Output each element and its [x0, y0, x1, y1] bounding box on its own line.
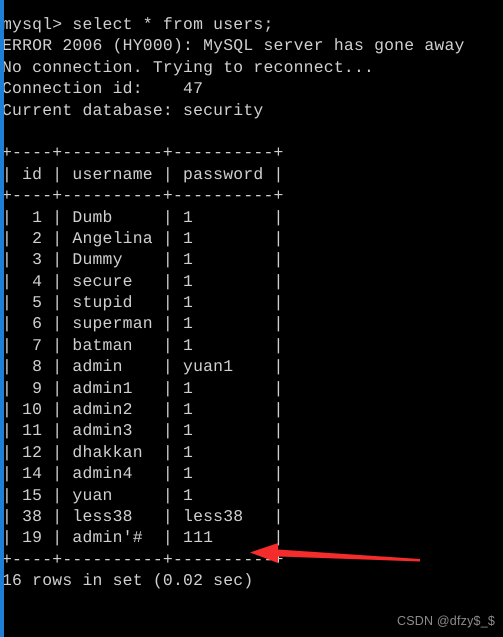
console-line: | 38 | less38 | less38 |	[2, 506, 284, 526]
console-line: +----+----------+----------+	[2, 549, 284, 569]
console-line: | id | username | password |	[2, 164, 284, 184]
console-line: Connection id: 47	[2, 79, 204, 99]
console-line: +----+----------+----------+	[2, 186, 284, 206]
console-line: +----+----------+----------+	[2, 143, 284, 163]
console-line: | 2 | Angelina | 1 |	[2, 228, 284, 248]
console-line: | 9 | admin1 | 1 |	[2, 378, 284, 398]
console-line: Current database: security	[2, 100, 264, 120]
console-line: | 5 | stupid | 1 |	[2, 293, 284, 313]
console-line: | 6 | superman | 1 |	[2, 314, 284, 334]
console-line: | 11 | admin3 | 1 |	[2, 421, 284, 441]
console-line: | 10 | admin2 | 1 |	[2, 400, 284, 420]
console-line: No connection. Trying to reconnect...	[2, 57, 375, 77]
csdn-watermark: CSDN @dfzy$_$	[397, 614, 495, 628]
console-line: | 4 | secure | 1 |	[2, 271, 284, 291]
left-edge-marker	[0, 0, 4, 637]
console-output: mysql> select * from users; ERROR 2006 (H…	[2, 14, 501, 592]
console-line: | 12 | dhakkan | 1 |	[2, 442, 284, 462]
console-line: | 1 | Dumb | 1 |	[2, 207, 284, 227]
console-line: | 8 | admin | yuan1 |	[2, 357, 284, 377]
console-line: | 3 | Dummy | 1 |	[2, 250, 284, 270]
console-line: ERROR 2006 (HY000): MySQL server has gon…	[2, 36, 465, 56]
terminal-window[interactable]: mysql> select * from users; ERROR 2006 (H…	[0, 0, 503, 637]
console-line: mysql> select * from users;	[2, 15, 274, 34]
console-line: | 7 | batman | 1 |	[2, 335, 284, 355]
console-line: | 14 | admin4 | 1 |	[2, 464, 284, 484]
console-line: | 15 | yuan | 1 |	[2, 485, 284, 505]
console-line: | 19 | admin'# | 111 |	[2, 528, 284, 548]
console-line: 16 rows in set (0.02 sec)	[2, 571, 254, 591]
